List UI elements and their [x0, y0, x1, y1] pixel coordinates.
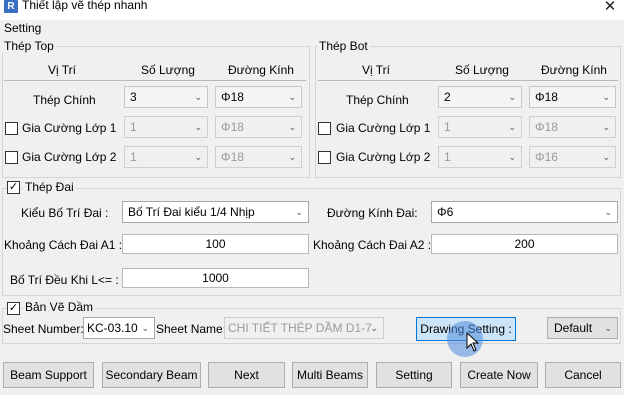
top-layer1-checkbox[interactable] [5, 122, 18, 135]
sheet-name-select[interactable]: CHI TIẾT THÉP DẦM D1-7 ⌄ [224, 317, 384, 339]
setting-button[interactable]: Setting [376, 362, 452, 388]
revit-app-icon: R [4, 0, 18, 13]
default-select[interactable]: Default ⌄ [547, 317, 618, 339]
stirrup-a1-input[interactable]: 100 [122, 234, 309, 254]
drawing-title: Bản Vẽ Dầm [23, 300, 96, 314]
top-layer1-dia-select[interactable]: Φ18 ⌄ [215, 116, 302, 138]
bot-layer1-dia-select[interactable]: Φ18 ⌄ [529, 116, 616, 138]
top-layer1-label: Gia Cường Lớp 1 [22, 121, 117, 135]
chevron-down-icon: ⌄ [602, 122, 610, 132]
bot-header-quantity: Số Lượng [455, 63, 509, 77]
top-header-divider [4, 80, 306, 81]
bot-layer1-checkbox[interactable] [318, 122, 331, 135]
chevron-down-icon: ⌄ [141, 323, 149, 333]
chevron-down-icon: ⌄ [288, 152, 296, 162]
stirrup-a2-input[interactable]: 200 [431, 234, 618, 254]
stirrup-even-label: Bố Trí Đều Khi L<= : [10, 273, 119, 287]
bot-header-divider [318, 80, 618, 81]
top-layer2-qty-select[interactable]: 1 ⌄ [124, 146, 208, 168]
stirrup-a1-label: Khoảng Cách Đai A1 : [4, 238, 123, 252]
beam-support-button[interactable]: Beam Support [3, 362, 94, 388]
top-layer2-dia-select[interactable]: Φ18 ⌄ [215, 146, 302, 168]
stirrup-dia-select[interactable]: Φ6 ⌄ [431, 201, 618, 223]
chevron-down-icon: ⌄ [604, 207, 612, 217]
sheet-number-select[interactable]: KC-03.10 ⌄ [83, 317, 155, 339]
top-main-qty-select[interactable]: 3 ⌄ [124, 86, 208, 108]
multi-beams-button[interactable]: Multi Beams [292, 362, 368, 388]
top-layer2-label: Gia Cường Lớp 2 [22, 150, 117, 164]
chevron-down-icon: ⌄ [604, 323, 612, 333]
bot-layer2-qty-select[interactable]: 1 ⌄ [438, 146, 522, 168]
secondary-beam-button[interactable]: Secondary Beam [102, 362, 201, 388]
top-header-quantity: Số Lượng [141, 63, 195, 77]
chevron-down-icon: ⌄ [370, 323, 378, 333]
bot-layer1-label: Gia Cường Lớp 1 [336, 121, 431, 135]
create-now-button[interactable]: Create Now [460, 362, 538, 388]
bot-layer2-label: Gia Cường Lớp 2 [336, 150, 431, 164]
chevron-down-icon: ⌄ [602, 92, 610, 102]
top-main-label: Thép Chính [33, 93, 96, 107]
bot-main-qty-select[interactable]: 2 ⌄ [438, 86, 522, 108]
chevron-down-icon: ⌄ [194, 122, 202, 132]
chevron-down-icon: ⌄ [508, 92, 516, 102]
bot-header-diameter: Đường Kính [541, 63, 607, 77]
top-header-diameter: Đường Kính [228, 63, 294, 77]
chevron-down-icon: ⌄ [288, 122, 296, 132]
chevron-down-icon: ⌄ [508, 122, 516, 132]
chevron-down-icon: ⌄ [194, 152, 202, 162]
stirrup-layout-label: Kiểu Bố Trí Đai : [21, 206, 109, 220]
bot-main-dia-select[interactable]: Φ18 ⌄ [529, 86, 616, 108]
bot-header-position: Vị Trí [362, 63, 391, 77]
stirrup-title: Thép Đai [23, 180, 76, 194]
chevron-down-icon: ⌄ [288, 92, 296, 102]
cancel-button[interactable]: Cancel [545, 362, 621, 388]
top-main-dia-select[interactable]: Φ18 ⌄ [215, 86, 302, 108]
chevron-down-icon: ⌄ [295, 207, 303, 217]
stirrup-even-input[interactable]: 1000 [122, 268, 309, 288]
sheet-number-label: Sheet Number: [3, 322, 84, 336]
chevron-down-icon: ⌄ [508, 152, 516, 162]
next-button[interactable]: Next [208, 362, 285, 388]
chevron-down-icon: ⌄ [602, 152, 610, 162]
title-bar: R Thiết lập vẽ thép nhanh ✕ [0, 0, 624, 20]
top-layer2-checkbox[interactable] [5, 151, 18, 164]
close-icon[interactable]: ✕ [598, 0, 622, 15]
top-header-position: Vị Trí [48, 63, 77, 77]
window-title: Thiết lập vẽ thép nhanh [22, 0, 148, 12]
bot-layer2-checkbox[interactable] [318, 151, 331, 164]
stirrup-checkbox[interactable]: ✓ [7, 181, 20, 194]
stirrup-a2-label: Khoảng Cách Đai A2 : [313, 238, 432, 252]
chevron-down-icon: ⌄ [194, 92, 202, 102]
sheet-name-label: Sheet Name: [156, 322, 227, 336]
top-steel-title: Thép Top [2, 39, 56, 53]
stirrup-layout-select[interactable]: Bố Trí Đai kiểu 1/4 Nhịp ⌄ [122, 201, 309, 223]
top-layer1-qty-select[interactable]: 1 ⌄ [124, 116, 208, 138]
bot-main-label: Thép Chính [346, 93, 409, 107]
bot-layer2-dia-select[interactable]: Φ16 ⌄ [529, 146, 616, 168]
mouse-cursor-icon [466, 332, 480, 352]
stirrup-dia-label: Đường Kính Đai: [327, 206, 418, 220]
bot-steel-title: Thép Bot [317, 39, 370, 53]
bot-layer1-qty-select[interactable]: 1 ⌄ [438, 116, 522, 138]
setting-label: Setting [4, 21, 42, 35]
drawing-checkbox[interactable]: ✓ [7, 302, 20, 315]
